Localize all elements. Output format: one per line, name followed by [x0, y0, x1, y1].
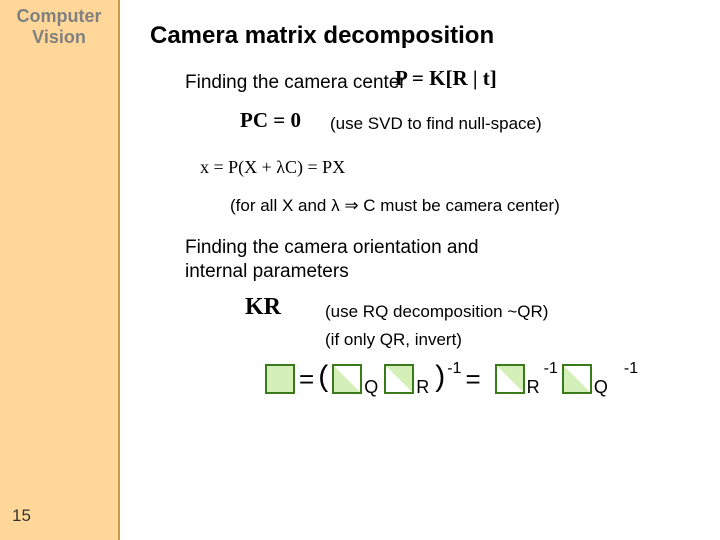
q-subscript: Q	[364, 377, 378, 398]
equation-qr-inverse: = ( Q R ) -1 = R -1 Q -1	[265, 362, 638, 396]
lower-triangular-icon-2	[562, 364, 592, 394]
section-finding-center: Finding the camera center	[185, 72, 406, 94]
upper-triangular-icon-2	[495, 364, 525, 394]
note-invert: (if only QR, invert)	[325, 330, 462, 350]
r-subscript: R	[416, 377, 429, 398]
sidebar-title: Computer Vision	[0, 6, 118, 47]
neg1-sup: -1	[447, 360, 461, 378]
note-rq: (use RQ decomposition ~QR)	[325, 302, 548, 322]
equation-pc-zero: PC = 0	[240, 108, 301, 133]
matrix-icon	[265, 364, 295, 394]
q-subscript-2: Q	[594, 377, 608, 398]
lower-triangular-icon	[332, 364, 362, 394]
neg1-sup-2: -1	[544, 360, 558, 378]
r-subscript-2: R	[527, 377, 540, 398]
equation-xpx: x = P(X + λC) = PX	[200, 157, 345, 178]
section-orientation: Finding the camera orientation and inter…	[185, 236, 545, 284]
right-paren: )	[435, 360, 445, 394]
sidebar-line1: Computer	[0, 6, 118, 27]
sidebar: Computer Vision	[0, 0, 120, 540]
note-forall: (for all X and λ ⇒ C must be camera cent…	[230, 196, 560, 216]
upper-triangular-icon	[384, 364, 414, 394]
equation-p-krt: P = K[R | t]	[395, 66, 497, 91]
equals-sign: =	[299, 364, 314, 395]
equals-sign-2: =	[465, 364, 480, 395]
slide-title: Camera matrix decomposition	[150, 22, 494, 50]
note-svd: (use SVD to find null-space)	[330, 114, 542, 134]
left-paren: (	[318, 360, 328, 394]
equation-kr: KR	[245, 294, 281, 321]
neg1-sup-3: -1	[624, 360, 638, 378]
sidebar-line2: Vision	[0, 27, 118, 48]
page-number: 15	[12, 506, 31, 526]
